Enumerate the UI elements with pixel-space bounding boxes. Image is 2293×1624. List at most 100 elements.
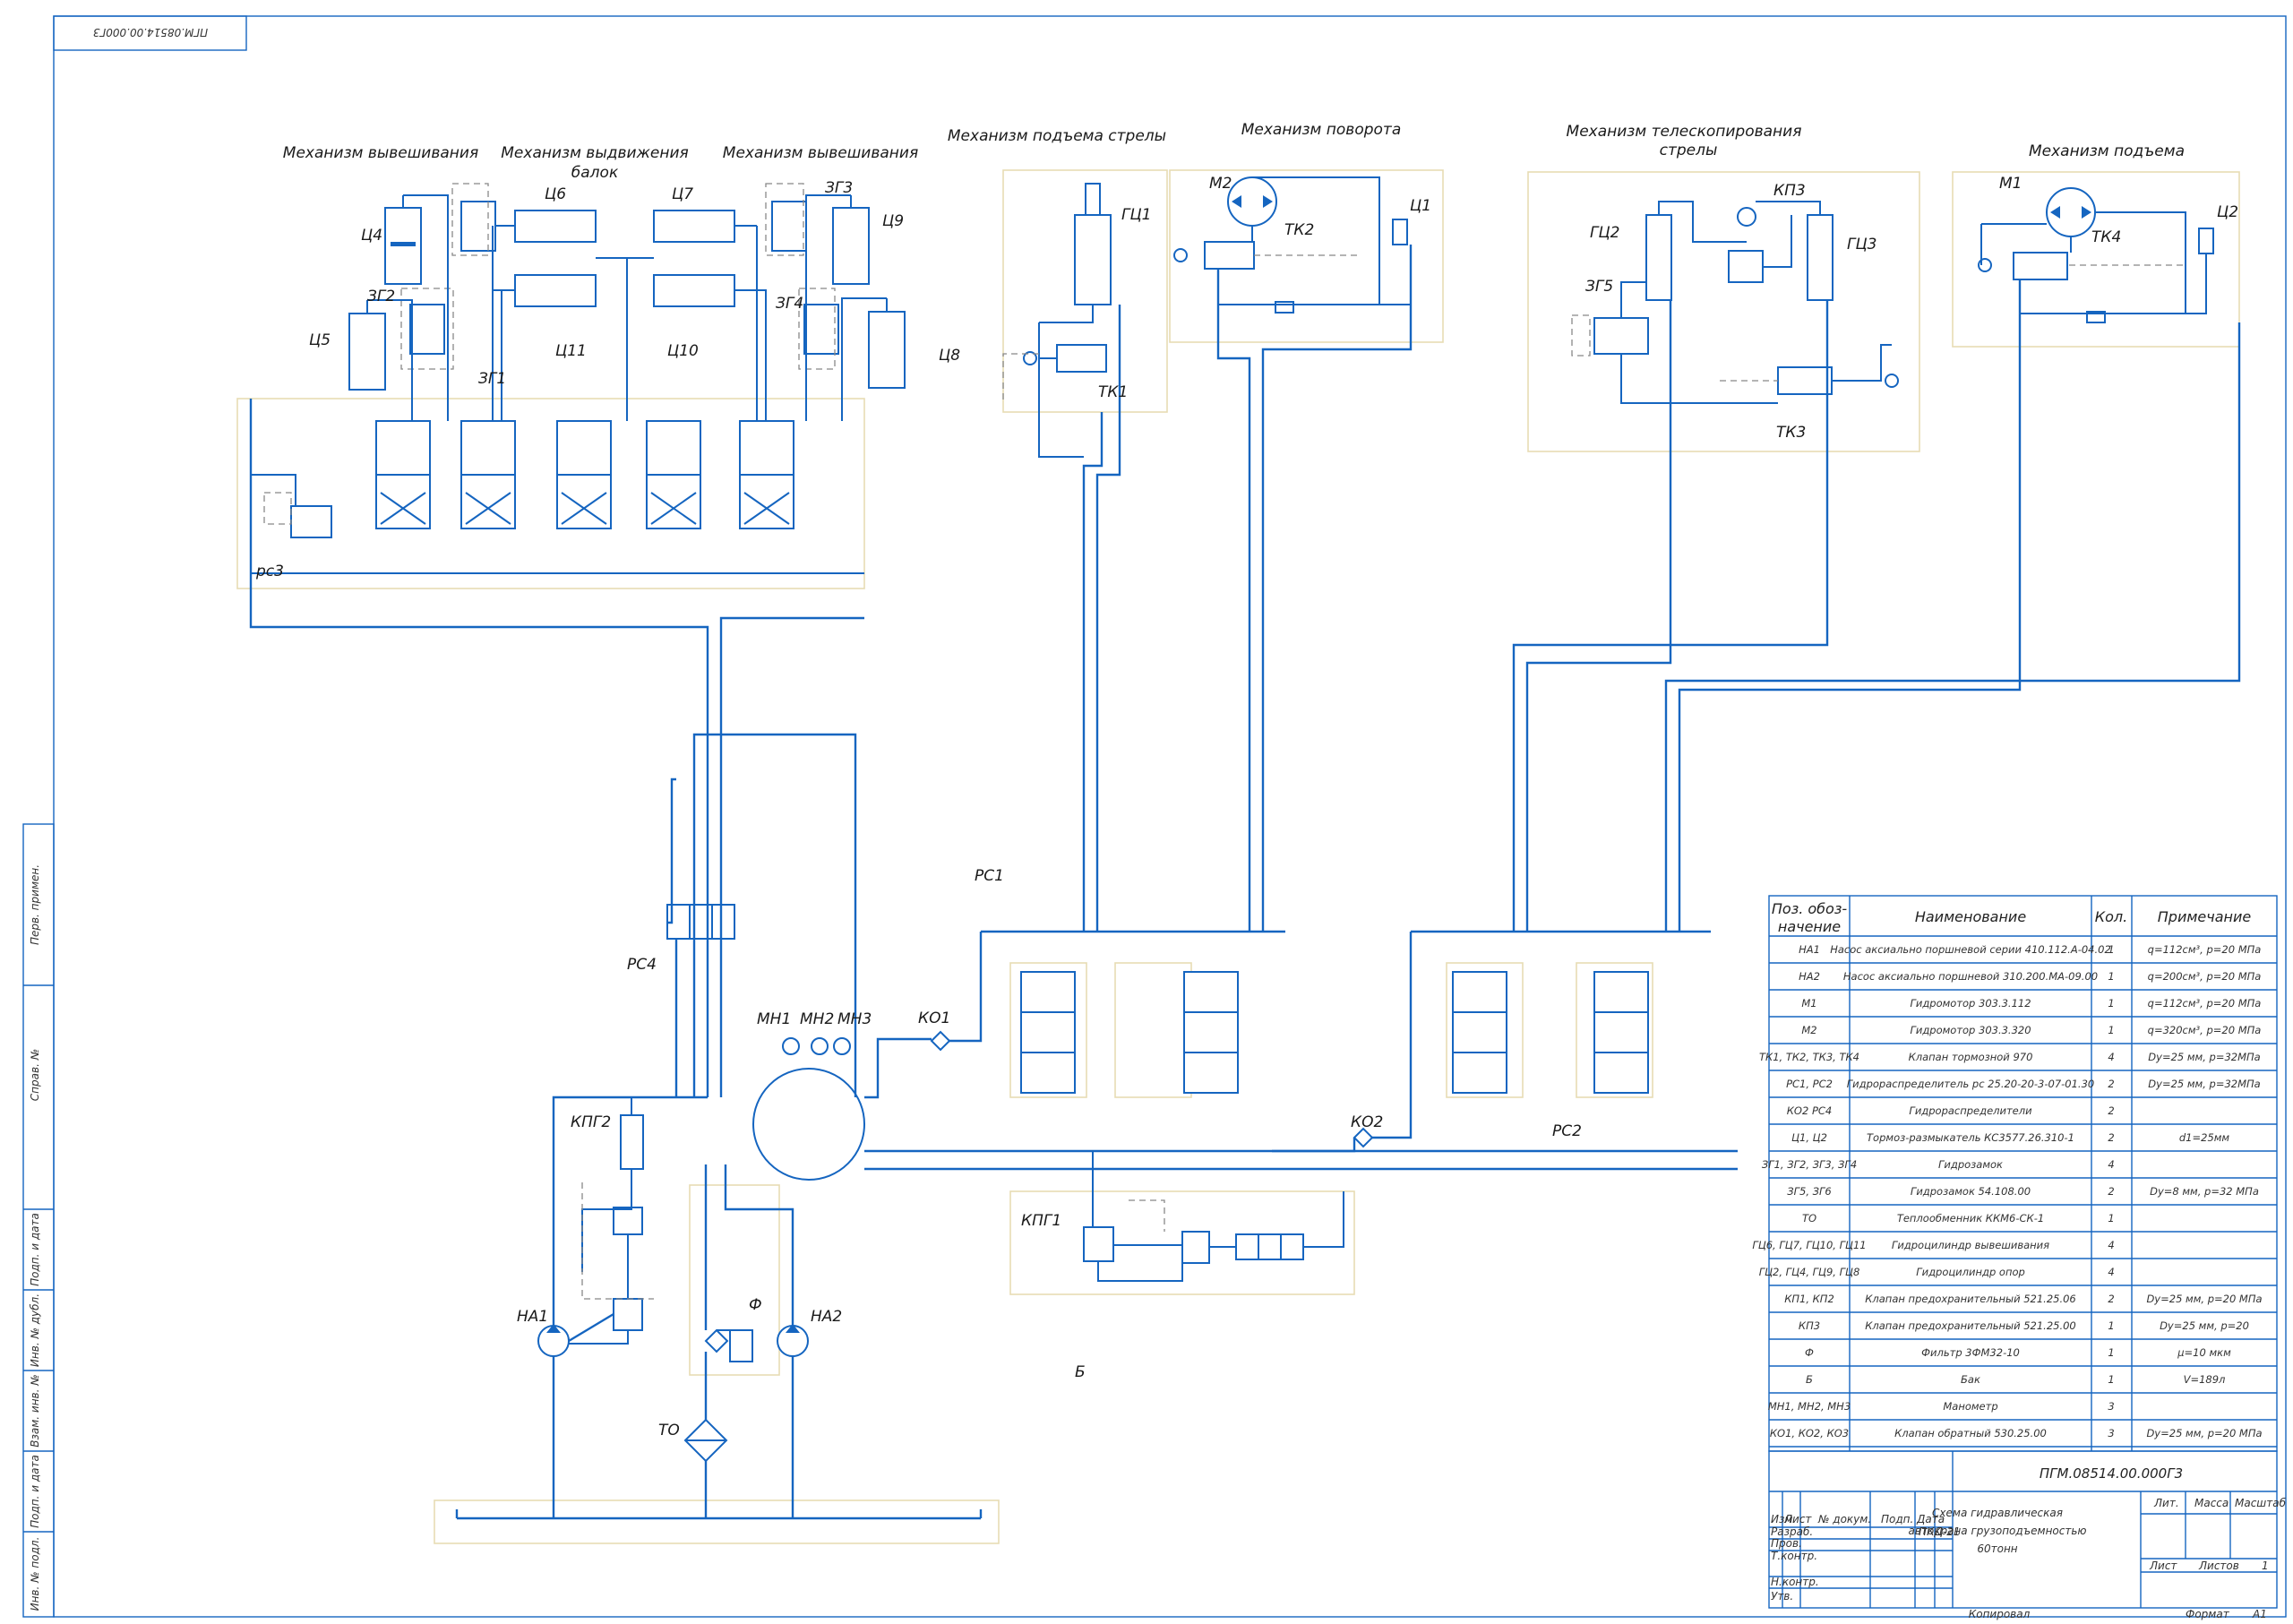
module-frames [236, 169, 2240, 1544]
spec-cell-name: Бак [1961, 1373, 1980, 1386]
doc-title-1: Схема гидравлическая [1932, 1507, 2063, 1519]
spec-cell-name: Клапан обратный 530.25.00 [1894, 1427, 2047, 1439]
label-c8: Ц8 [939, 347, 960, 365]
title-hoist: Механизм подъема [2029, 142, 2185, 160]
spec-table: Поз. обоз- начение Наименование Кол. При… [1752, 895, 2278, 1452]
filter-f [704, 1328, 729, 1353]
side-strip-labels: Перв. примен. Справ. № Подп. и дата Инв.… [23, 864, 54, 1611]
spec-cell-qty: 1 [2108, 943, 2114, 956]
hydrolock-zg3 [771, 201, 807, 252]
title-telescope-1: Механизм телескопирования [1567, 123, 1802, 141]
spec-cell-note: Dу=25 мм, p=20 МПа [2146, 1427, 2262, 1439]
spec-cell-qty: 1 [2108, 1346, 2114, 1359]
title-beam-extend-1: Механизм выдвижения [501, 144, 688, 162]
spec-cell-qty: 4 [2108, 1239, 2114, 1251]
brake-valve-tk4 [2013, 252, 2068, 280]
spec-cell-pos: ГЦ2, ГЦ4, ГЦ9, ГЦ8 [1759, 1266, 1860, 1278]
spec-header-qty: Кол. [2095, 908, 2127, 925]
spec-cell-pos: М2 [1801, 1024, 1816, 1036]
side-inv-podl: Инв. № подл. [29, 1537, 41, 1611]
label-zg3: ЗГ3 [825, 179, 853, 197]
spec-cell-pos: ТО [1802, 1212, 1816, 1224]
spec-cell-name: Манометр [1943, 1400, 1997, 1413]
label-mn3: МН3 [837, 1010, 872, 1028]
label-na1: НА1 [517, 1308, 548, 1326]
label-tank: Б [1075, 1363, 1086, 1381]
spec-header-pos-1: Поз. обоз- [1772, 900, 1847, 917]
tb-tkontr: Т.контр. [1771, 1550, 1817, 1562]
spec-cell-qty: 4 [2108, 1051, 2114, 1063]
tb-podp: Подп. [1881, 1513, 1913, 1525]
hydraulic-lines [249, 176, 2241, 1520]
label-filter: Ф [749, 1296, 762, 1314]
label-tk1: ТК1 [1098, 383, 1128, 401]
distributor-pc4 [666, 904, 735, 940]
tb-razrab: Разраб. [1771, 1525, 1813, 1538]
hoist-assembly [1978, 187, 2214, 323]
spec-cell-note: q=112см³, p=20 МПа [2148, 943, 2262, 956]
tb-copied: Копировал [1969, 1608, 2031, 1620]
label-m2: М2 [1209, 175, 1232, 193]
spec-cell-pos: ЗГ1, ЗГ2, ЗГ3, ЗГ4 [1762, 1158, 1857, 1171]
label-pc4: РС4 [627, 956, 657, 974]
spec-cell-note: μ=10 мкм [2177, 1346, 2231, 1359]
title-beam-extend-2: балок [571, 164, 619, 182]
spec-cell-qty: 2 [2108, 1185, 2114, 1198]
hydraulic-drawing-sheet: ПГМ.08514.00.000Г3 Перв. примен. Справ. … [0, 0, 2293, 1620]
tb-utv: Утв. [1771, 1590, 1793, 1603]
relief-valve-kp3 [1728, 250, 1764, 283]
spec-cell-pos: Ц1, Ц2 [1791, 1131, 1827, 1144]
label-c9: Ц9 [882, 212, 904, 230]
tb-ndok: № докум. [1817, 1513, 1871, 1525]
tb-sheet: Лист [2149, 1560, 2177, 1572]
spec-cell-qty: 1 [2108, 970, 2114, 983]
label-mn2: МН2 [800, 1010, 834, 1028]
gauge-mn1 [782, 1037, 800, 1055]
spec-header-name: Наименование [1915, 908, 2026, 925]
spec-cell-name: Гидрозамок [1938, 1158, 2003, 1171]
cylinder-c7 [653, 210, 735, 243]
schematic-canvas: ПГМ.08514.00.000Г3 Перв. примен. Справ. … [22, 15, 2287, 1620]
spec-cell-pos: Ф [1805, 1346, 1814, 1359]
spec-cell-note: q=320см³, p=20 МПа [2148, 1024, 2262, 1036]
spec-cell-name: Насос аксиально поршневой 310.200.МА-09.… [1843, 970, 2098, 983]
title-boom-lift: Механизм подъема стрелы [948, 127, 1166, 145]
corner-stamp: ПГМ.08514.00.000Г3 [93, 26, 208, 39]
pump-station [537, 904, 1374, 1463]
spec-cell-note: Dу=25 мм, p=20 МПа [2146, 1293, 2262, 1305]
spec-cell-qty: 4 [2108, 1158, 2114, 1171]
cylinder-gc3 [1807, 214, 1834, 301]
cylinder-c9 [832, 207, 870, 285]
side-perv-prim: Перв. примен. [29, 864, 41, 945]
spec-cell-pos: НА1 [1799, 943, 1820, 956]
title-rotation: Механизм поворота [1241, 121, 1401, 139]
tb-format: Формат [2186, 1608, 2230, 1620]
tb-list: Лист [1783, 1513, 1812, 1525]
label-c1: Ц1 [1410, 197, 1431, 215]
spec-cell-pos: РС1, РС2 [1786, 1078, 1833, 1090]
manifold-circle [752, 1068, 865, 1181]
spec-cell-pos: ГЦ6, ГЦ7, ГЦ10, ГЦ11 [1752, 1239, 1866, 1251]
label-tk2: ТК2 [1284, 221, 1314, 239]
brake-valve-tk1 [1056, 344, 1107, 373]
label-c4: Ц4 [361, 227, 382, 245]
spec-cell-qty: 1 [2108, 997, 2114, 1010]
spec-cell-name: Гидромотор 303.3.320 [1910, 1024, 2031, 1036]
spec-cell-name: Теплообменник ККМ6-СК-1 [1897, 1212, 2044, 1224]
spec-cell-name: Клапан предохранительный 521.25.00 [1865, 1319, 2076, 1332]
spec-cell-qty: 3 [2108, 1427, 2114, 1439]
label-gc2: ГЦ2 [1590, 224, 1620, 242]
spec-cell-name: Клапан предохранительный 521.25.06 [1865, 1293, 2076, 1305]
label-c6: Ц6 [545, 185, 566, 203]
label-tk3: ТК3 [1776, 424, 1806, 442]
tb-sheets-count: 1 [2262, 1560, 2269, 1572]
hydrolock-zg4 [803, 304, 839, 355]
label-gc1: ГЦ1 [1121, 206, 1152, 224]
cylinder-c8 [868, 311, 906, 389]
spec-cell-name: Тормоз-размыкатель КС3577.26.310-1 [1867, 1131, 2074, 1144]
label-pc3: рс3 [255, 563, 284, 580]
cylinder-c5 [348, 313, 386, 391]
label-c10: Ц10 [667, 342, 699, 360]
cylinder-gc2 [1645, 214, 1672, 301]
spec-cell-pos: ЗГ5, ЗГ6 [1787, 1185, 1832, 1198]
